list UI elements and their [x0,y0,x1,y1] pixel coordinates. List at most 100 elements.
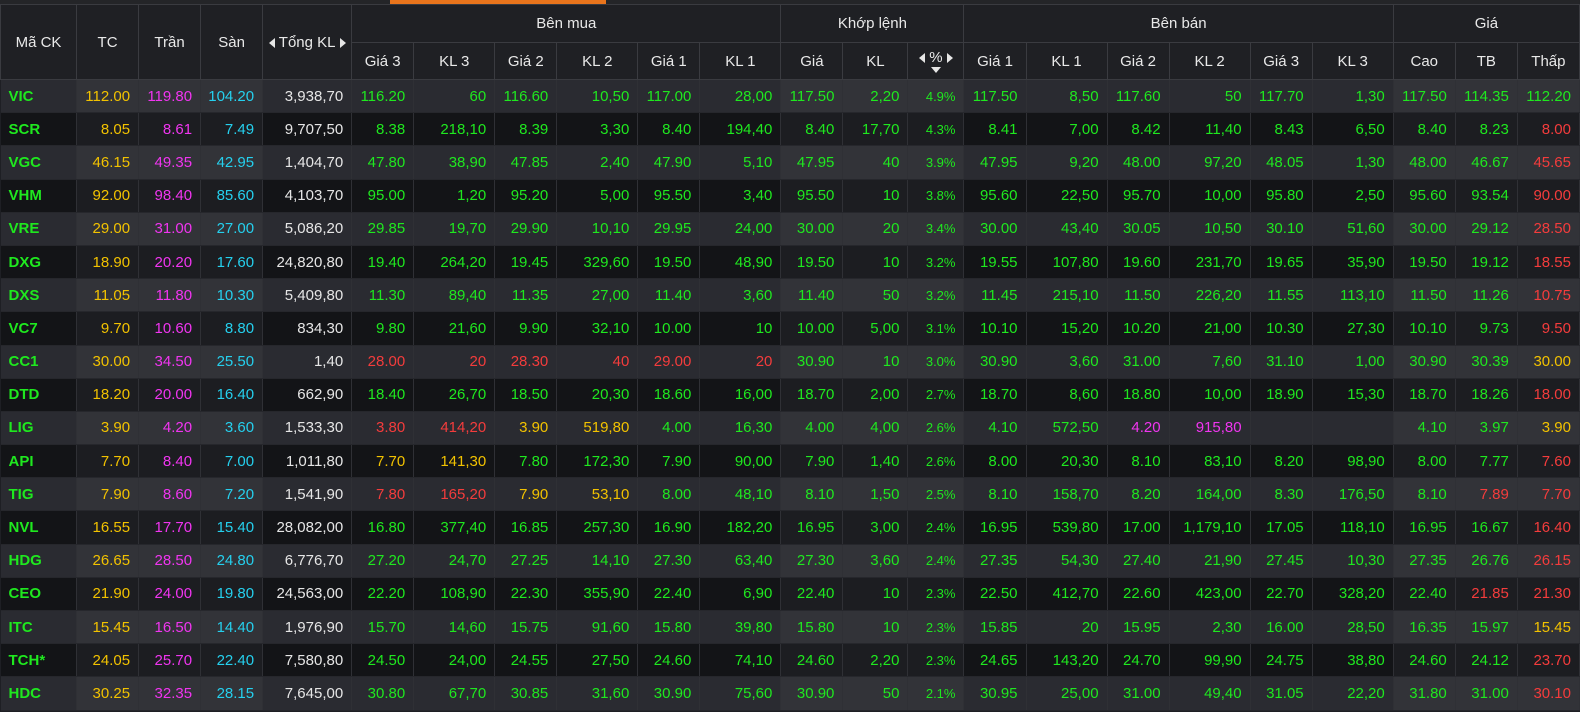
col-header-buy-vol-2[interactable]: KL 2 [556,42,639,80]
col-header-buy-price-2[interactable]: Giá 2 [494,42,558,80]
cell-sell-vol-1: 20 [1026,610,1108,645]
cell-high: 117.50 [1393,79,1456,114]
table-row[interactable]: LIG 3.90 4.20 3.60 1,533,30 3.80 414,20 3.90 519… [0,411,1580,446]
cell-symbol[interactable]: VC7 [0,311,78,346]
cell-ceiling: 25.70 [138,643,202,678]
cell-symbol[interactable]: TCH* [0,643,78,678]
table-row[interactable]: DXS 11.05 11.80 10.30 5,409,80 11.30 89,40 11.3… [0,278,1580,313]
cell-buy-vol-1: 24,00 [699,212,782,246]
table-row[interactable]: SCR 8.05 8.61 7.49 9,707,50 8.38 218,10 8.39 3,3… [0,112,1580,147]
table-row[interactable]: TCH* 24.05 25.70 22.40 7,580,80 24.50 24,00 24.… [0,643,1580,678]
next-column-icon[interactable] [946,53,953,64]
cell-symbol[interactable]: LIG [0,411,78,446]
col-header-sell-vol-3[interactable]: KL 3 [1311,42,1394,80]
cell-sell-price-2: 117.60 [1107,79,1170,114]
cell-total-volume: 1,40 [262,345,353,379]
table-row[interactable]: VGC 46.15 49.35 42.95 1,404,70 47.80 38,90 47.8… [0,145,1580,180]
col-header-low[interactable]: Thấp [1516,42,1580,80]
col-header-sell-vol-1[interactable]: KL 1 [1025,42,1108,80]
col-header-symbol[interactable]: Mã CK [0,4,78,80]
table-row[interactable]: CC1 30.00 34.50 25.50 1,40 28.00 20 28.30 40 29.0… [0,345,1580,379]
table-row[interactable]: HDG 26.65 28.50 24.80 6,776,70 27.20 24,70 27.2… [0,544,1580,578]
cell-total-volume: 7,580,80 [262,643,353,678]
cell-symbol[interactable]: VRE [0,212,78,246]
col-header-floor[interactable]: Sàn [200,4,264,80]
cell-sell-vol-3: 35,90 [1312,245,1394,280]
scroll-right-icon[interactable] [339,37,346,48]
col-header-average[interactable]: TB [1454,42,1518,80]
cell-sell-price-1: 117.50 [963,79,1027,114]
cell-ceiling: 98.40 [138,179,202,213]
cell-buy-price-2: 47.85 [494,145,558,180]
cell-symbol[interactable]: SCR [0,112,78,147]
cell-buy-vol-3: 21,60 [413,311,496,346]
col-header-sell-price-1[interactable]: Giá 1 [963,42,1027,80]
cell-buy-price-3: 8.38 [351,112,415,147]
cell-symbol[interactable]: TIG [0,477,78,512]
cell-sell-vol-1: 7,00 [1026,112,1108,147]
cell-average: 19.12 [1455,245,1518,280]
cell-match-price: 22.40 [780,577,844,612]
cell-sell-vol-2: 423,00 [1169,577,1251,612]
col-header-reference[interactable]: TC [76,4,140,80]
table-row[interactable]: DTD 18.20 20.00 16.40 662,90 18.40 26,70 18.50 2… [0,378,1580,412]
col-header-ceiling[interactable]: Trần [138,4,202,80]
cell-sell-price-1: 30.95 [963,676,1027,711]
cell-sell-vol-2: 50 [1169,79,1251,114]
col-header-buy-price-1[interactable]: Giá 1 [637,42,701,80]
cell-buy-price-2: 27.25 [494,544,558,578]
table-row[interactable]: VIC 112.00 119.80 104.20 3,938,70 116.20 60 116… [0,79,1580,114]
col-header-buy-vol-3[interactable]: KL 3 [413,42,496,80]
cell-symbol[interactable]: VHM [0,179,78,213]
cell-average: 31.00 [1455,676,1518,711]
cell-symbol[interactable]: HDC [0,676,78,711]
cell-symbol[interactable]: DTD [0,378,78,412]
cell-buy-vol-1: 6,90 [699,577,782,612]
table-row[interactable]: ITC 15.45 16.50 14.40 1,976,90 15.70 14,60 15.7… [0,610,1580,645]
cell-symbol[interactable]: NVL [0,510,78,545]
cell-symbol[interactable]: API [0,444,78,479]
cell-sell-price-2: 31.00 [1107,345,1170,379]
cell-buy-price-1: 29.95 [637,212,701,246]
table-row[interactable]: NVL 16.55 17.70 15.40 28,082,00 16.80 377,40 16… [0,510,1580,545]
cell-symbol[interactable]: ITC [0,610,78,645]
cell-floor: 16.40 [200,378,264,412]
col-header-sell-price-3[interactable]: Giá 3 [1249,42,1313,80]
table-row[interactable]: VHM 92.00 98.40 85.60 4,103,70 95.00 1,20 95.20… [0,179,1580,213]
cell-sell-price-1: 16.95 [963,510,1027,545]
cell-buy-price-1: 95.50 [637,179,701,213]
cell-symbol[interactable]: DXS [0,278,78,313]
cell-sell-price-2: 10.20 [1107,311,1170,346]
table-row[interactable]: VRE 29.00 31.00 27.00 5,086,20 29.85 19,70 29.9… [0,212,1580,246]
cell-symbol[interactable]: VIC [0,79,78,114]
table-row[interactable]: DXG 18.90 20.20 17.60 24,820,80 19.40 264,20 19… [0,245,1580,280]
col-header-sell-vol-2[interactable]: KL 2 [1168,42,1251,80]
cell-buy-vol-3: 218,10 [413,112,496,147]
col-header-match-percent[interactable]: % [907,42,965,80]
cell-symbol[interactable]: DXG [0,245,78,280]
table-row[interactable]: TIG 7.90 8.60 7.20 1,541,90 7.80 165,20 7.90 53,… [0,477,1580,512]
cell-symbol[interactable]: CEO [0,577,78,612]
cell-sell-vol-1: 22,50 [1026,179,1108,213]
col-header-sell-price-2[interactable]: Giá 2 [1106,42,1170,80]
col-header-buy-vol-1[interactable]: KL 1 [699,42,782,80]
prev-column-icon[interactable] [919,53,926,64]
table-row[interactable]: VC7 9.70 10.60 8.80 834,30 9.80 21,60 9.90 32,10… [0,311,1580,346]
table-row[interactable]: CEO 21.90 24.00 19.80 24,563,00 22.20 108,90 22… [0,577,1580,612]
col-header-match-price[interactable]: Giá [780,42,844,80]
col-header-high[interactable]: Cao [1392,42,1456,80]
cell-symbol[interactable]: HDG [0,544,78,578]
cell-sell-price-2: 19.60 [1107,245,1170,280]
col-header-total-volume[interactable]: Tổng KL [262,4,353,80]
cell-symbol[interactable]: VGC [0,145,78,180]
table-row[interactable]: API 7.70 8.40 7.00 1,011,80 7.70 141,30 7.80 172… [0,444,1580,479]
cell-average: 16.67 [1455,510,1518,545]
cell-symbol[interactable]: CC1 [0,345,78,379]
cell-buy-price-3: 3.80 [351,411,415,446]
scroll-left-icon[interactable] [268,37,275,48]
col-header-match-vol[interactable]: KL [842,42,909,80]
col-header-buy-price-3[interactable]: Giá 3 [351,42,415,80]
cell-low: 8.00 [1517,112,1580,147]
table-row[interactable]: HDC 30.25 32.35 28.15 7,645,00 30.80 67,70 30.8… [0,676,1580,711]
sort-desc-icon[interactable] [930,67,941,73]
